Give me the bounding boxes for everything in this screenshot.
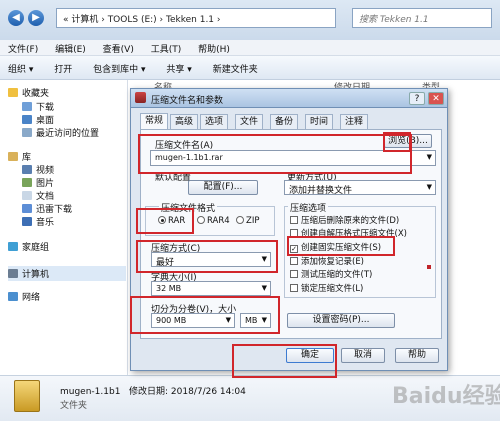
folder-icon	[14, 380, 40, 412]
checkbox-icon	[290, 216, 298, 224]
address-input[interactable]: « 计算机 › TOOLS (E:) › Tekken 1.1 ›	[56, 8, 336, 28]
nav-favorites[interactable]: 收藏夹	[8, 86, 49, 99]
nav-downloads[interactable]: 下载	[22, 100, 54, 113]
dialog-title-bar[interactable]: 压缩文件名和参数 ? ✕	[130, 88, 448, 108]
video-icon	[22, 165, 32, 174]
nav-music[interactable]: 音乐	[22, 215, 54, 228]
navigation-pane	[0, 80, 128, 375]
highlight-ok-button	[232, 344, 337, 378]
help-button[interactable]: 帮助	[395, 348, 439, 363]
organize-button[interactable]: 组织 ▾	[8, 65, 33, 75]
profile-button[interactable]: 配置(F)...	[188, 180, 258, 195]
dropdown-arrow-icon: ▼	[426, 153, 432, 161]
library-icon	[8, 152, 18, 161]
details-name: mugen-1.1b1	[60, 387, 121, 397]
red-marker	[427, 265, 431, 269]
picture-icon	[22, 178, 32, 187]
menu-item-tools[interactable]: 工具(T)	[151, 45, 182, 55]
recent-places-icon	[22, 128, 32, 137]
radio-icon	[197, 216, 205, 224]
update-mode-select[interactable]: 添加并替换文件 ▼	[284, 180, 436, 196]
thunder-download-icon	[22, 204, 32, 213]
nav-libraries[interactable]: 库	[8, 150, 31, 163]
nav-documents[interactable]: 文档	[22, 189, 54, 202]
menu-bar: 文件(F) 编辑(E) 查看(V) 工具(T) 帮助(H)	[0, 40, 500, 56]
tab-advanced[interactable]: 高级	[170, 114, 198, 129]
tab-comment[interactable]: 注释	[340, 114, 368, 129]
document-icon	[22, 191, 32, 200]
option-delete-after[interactable]: 压缩后删除原来的文件(D)	[290, 214, 399, 226]
open-button[interactable]: 打开	[54, 65, 72, 75]
tab-files[interactable]: 文件	[235, 114, 263, 129]
nav-videos[interactable]: 视频	[22, 163, 54, 176]
forward-arrow-icon[interactable]: ▶	[28, 10, 44, 26]
details-type: 文件夹	[60, 401, 88, 411]
format-rar4-radio[interactable]: RAR4	[197, 216, 230, 226]
menu-item-file[interactable]: 文件(F)	[8, 45, 38, 55]
winrar-icon	[135, 92, 146, 103]
dialog-tabs: 常规 高级 选项 文件 备份 时间 注释	[140, 113, 442, 129]
nav-desktop[interactable]: 桌面	[22, 113, 54, 126]
tab-options[interactable]: 选项	[200, 114, 228, 129]
highlight-format-rar	[136, 208, 194, 234]
menu-item-help[interactable]: 帮助(H)	[198, 45, 230, 55]
highlight-method	[136, 240, 278, 273]
nav-pictures[interactable]: 图片	[22, 176, 54, 189]
share-button[interactable]: 共享 ▾	[166, 65, 191, 75]
tab-time[interactable]: 时间	[305, 114, 333, 129]
menu-item-edit[interactable]: 编辑(E)	[55, 45, 86, 55]
highlight-archive-name	[138, 134, 412, 174]
star-icon	[8, 88, 18, 97]
nav-computer[interactable]: 计算机	[8, 266, 126, 281]
highlight-solid-option	[287, 236, 395, 256]
dict-size-select[interactable]: 32 MB ▼	[151, 281, 271, 296]
music-icon	[22, 217, 32, 226]
watermark-text: Baidu经验	[392, 384, 500, 409]
radio-icon	[236, 216, 244, 224]
checkbox-icon	[290, 270, 298, 278]
checkbox-icon	[290, 284, 298, 292]
option-lock-archive[interactable]: 锁定压缩文件(L)	[290, 282, 363, 294]
computer-icon	[8, 269, 18, 278]
dropdown-arrow-icon: ▼	[426, 183, 432, 191]
cancel-button[interactable]: 取消	[341, 348, 385, 363]
details-modified: 修改日期: 2018/7/26 14:04	[129, 387, 246, 397]
dialog-title: 压缩文件名和参数	[151, 96, 224, 106]
details-file-line: mugen-1.1b1 修改日期: 2018/7/26 14:04	[60, 384, 246, 397]
close-icon[interactable]: ✕	[428, 92, 444, 105]
nav-thunder-downloads[interactable]: 迅雷下载	[22, 202, 72, 215]
highlight-browse	[383, 132, 411, 152]
format-zip-radio[interactable]: ZIP	[236, 216, 259, 226]
set-password-button[interactable]: 设置密码(P)...	[287, 313, 395, 328]
tab-general[interactable]: 常规	[140, 113, 168, 129]
include-in-library-button[interactable]: 包含到库中 ▾	[93, 65, 145, 75]
search-input[interactable]: 搜索 Tekken 1.1	[352, 8, 492, 28]
highlight-split-volume	[130, 296, 280, 334]
new-folder-button[interactable]: 新建文件夹	[213, 65, 258, 75]
option-recovery-record[interactable]: 添加恢复记录(E)	[290, 255, 364, 267]
network-icon	[8, 292, 18, 301]
menu-item-view[interactable]: 查看(V)	[103, 45, 134, 55]
option-test-archive[interactable]: 测试压缩的文件(T)	[290, 268, 372, 280]
desktop-icon	[22, 115, 32, 124]
dropdown-arrow-icon: ▼	[261, 284, 267, 292]
options-group-label: 压缩选项	[288, 201, 329, 214]
back-arrow-icon[interactable]: ◀	[8, 10, 24, 26]
nav-recent[interactable]: 最近访问的位置	[22, 126, 99, 139]
command-toolbar: 组织 ▾ 打开 包含到库中 ▾ 共享 ▾ 新建文件夹	[0, 56, 500, 80]
help-icon[interactable]: ?	[409, 92, 425, 105]
homegroup-icon	[8, 242, 18, 251]
nav-network[interactable]: 网络	[8, 290, 40, 303]
download-folder-icon	[22, 102, 32, 111]
tab-backup[interactable]: 备份	[270, 114, 298, 129]
checkbox-icon	[290, 257, 298, 265]
nav-homegroup[interactable]: 家庭组	[8, 240, 49, 253]
